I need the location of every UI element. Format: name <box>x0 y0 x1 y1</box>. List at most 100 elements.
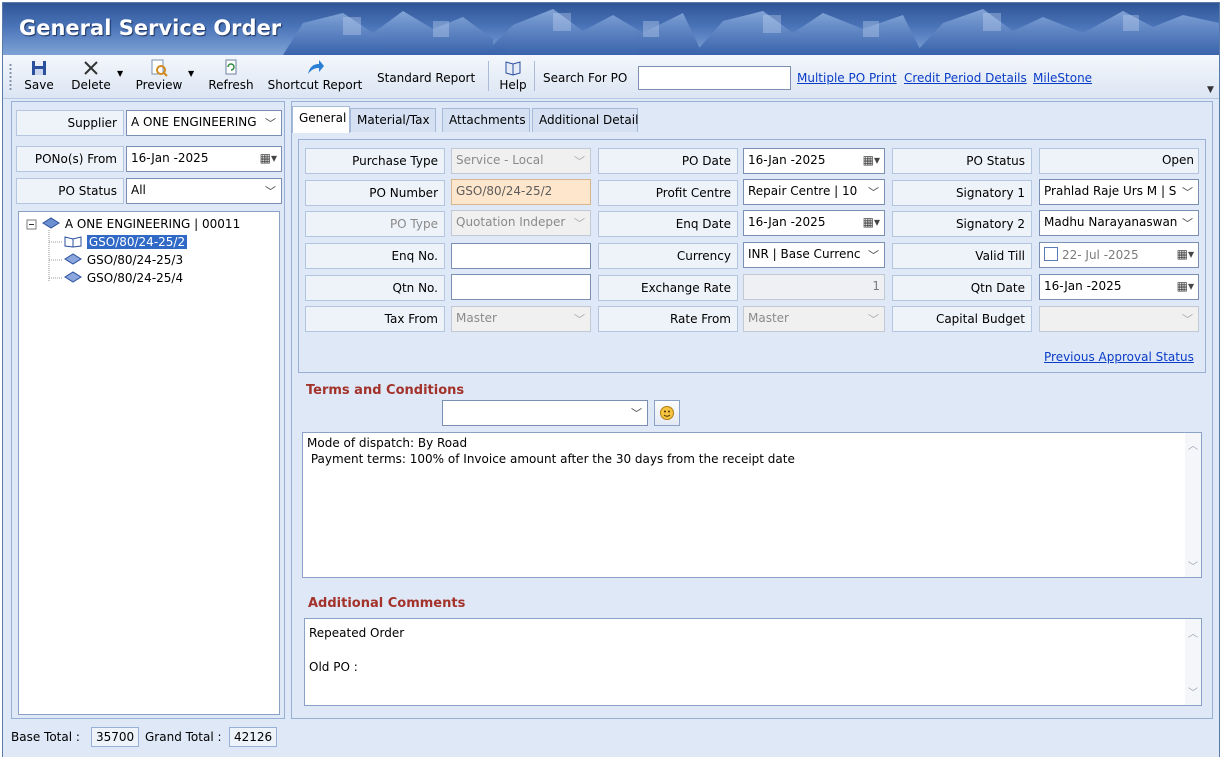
terms-textarea[interactable]: Mode of dispatch: By Road Payment terms:… <box>302 432 1202 578</box>
comments-scrollbar[interactable]: ︿ ﹀ <box>1185 619 1201 705</box>
valid-till-checkbox[interactable] <box>1044 247 1058 261</box>
refresh-icon <box>225 59 237 75</box>
capital-budget-dropdown[interactable]: ﹀ <box>1039 306 1199 332</box>
signatory2-dropdown[interactable]: Madhu Narayanaswan ﹀ <box>1039 210 1199 236</box>
help-book-icon <box>505 61 521 76</box>
signatory1-dropdown[interactable]: Prahlad Raje Urs M | S ﹀ <box>1039 179 1199 205</box>
purchase-type-value: Service - Local <box>456 153 544 167</box>
delete-x-icon <box>84 61 98 75</box>
chevron-down-icon: ﹀ <box>1182 186 1193 199</box>
tree-root-supplier[interactable]: A ONE ENGINEERING | 00011 <box>41 216 240 234</box>
terms-line: Payment terms: 100% of Invoice amount af… <box>307 452 795 466</box>
qtn-date-value: 16-Jan -2025 <box>1044 279 1122 293</box>
valid-till-date-picker[interactable]: 22- Jul -2025 ▦▾ <box>1039 242 1199 268</box>
enq-no-field[interactable] <box>451 243 591 269</box>
po-date-label: PO Date <box>598 148 738 174</box>
rate-from-dropdown[interactable]: Master ﹀ <box>743 306 885 332</box>
po-date-picker[interactable]: 16-Jan -2025 ▦▾ <box>743 148 885 174</box>
valid-till-label: Valid Till <box>892 243 1032 269</box>
closed-book-icon <box>64 271 82 283</box>
tax-from-dropdown[interactable]: Master ﹀ <box>451 306 591 332</box>
left-filter-panel: Supplier A ONE ENGINEERING ﹀ PONo(s) Fro… <box>11 101 285 719</box>
pono-from-date-picker[interactable]: 16-Jan -2025 ▦▾ <box>126 146 282 172</box>
preview-button[interactable]: Preview <box>129 58 189 96</box>
po-date-value: 16-Jan -2025 <box>748 153 826 167</box>
po-type-dropdown[interactable]: Quotation Indeper ﹀ <box>451 210 591 236</box>
tax-from-value: Master <box>456 311 497 325</box>
comments-line <box>309 642 1197 659</box>
signatory1-value: Prahlad Raje Urs M | S <box>1044 184 1177 198</box>
tab-material-tax[interactable]: Material/Tax <box>350 108 436 132</box>
supplier-dropdown[interactable]: A ONE ENGINEERING ﹀ <box>126 110 282 136</box>
delete-label: Delete <box>71 78 111 92</box>
smiley-icon <box>660 406 674 420</box>
currency-dropdown[interactable]: INR | Base Currenc ﹀ <box>743 242 885 268</box>
qtn-no-label: Qtn No. <box>305 275 445 301</box>
profit-centre-dropdown[interactable]: Repair Centre | 10 ﹀ <box>743 179 885 205</box>
refresh-button[interactable]: Refresh <box>203 58 259 96</box>
standard-report-button[interactable]: Standard Report <box>377 71 475 85</box>
chevron-down-icon: ﹀ <box>868 249 879 262</box>
save-button[interactable]: Save <box>21 58 57 96</box>
delete-dropdown-arrow-icon[interactable]: ▼ <box>117 69 123 78</box>
qtn-date-label: Qtn Date <box>892 275 1032 301</box>
supplier-value: A ONE ENGINEERING <box>131 115 257 129</box>
purchase-type-label: Purchase Type <box>305 148 445 174</box>
general-details-panel: Purchase Type Service - Local ﹀ PO Numbe… <box>298 139 1206 373</box>
terms-scrollbar[interactable]: ︿ ﹀ <box>1185 433 1201 577</box>
chevron-down-icon: ﹀ <box>868 313 879 326</box>
po-status-filter-dropdown[interactable]: All ﹀ <box>126 178 282 204</box>
enq-date-picker[interactable]: 16-Jan -2025 ▦▾ <box>743 210 885 236</box>
chevron-down-icon: ﹀ <box>631 407 642 420</box>
title-bar: General Service Order <box>3 3 1219 55</box>
comments-section-title: Additional Comments <box>308 596 466 611</box>
tree-item-po[interactable]: GSO/80/24-25/2 <box>63 234 188 252</box>
grand-total-value: 42126 <box>229 727 278 747</box>
base-total-label: Base Total : <box>11 730 80 744</box>
currency-value: INR | Base Currenc <box>748 247 861 261</box>
multiple-po-print-link[interactable]: Multiple PO Print <box>797 71 897 85</box>
purchase-type-dropdown[interactable]: Service - Local ﹀ <box>451 148 591 174</box>
toolbar-grip[interactable] <box>9 63 12 91</box>
scroll-up-icon[interactable]: ︿ <box>1188 437 1198 452</box>
chevron-down-icon: ﹀ <box>265 117 276 130</box>
comments-textarea[interactable]: Repeated Order Old PO : ︿ ﹀ <box>304 618 1202 706</box>
shortcut-report-button[interactable]: Shortcut Report <box>265 58 365 96</box>
credit-period-details-link[interactable]: Credit Period Details <box>904 71 1027 85</box>
chevron-down-icon: ﹀ <box>1182 217 1193 230</box>
search-po-input[interactable] <box>638 66 791 90</box>
tab-additional-detail[interactable]: Additional Detail <box>532 108 638 132</box>
tab-attachments[interactable]: Attachments <box>442 108 530 132</box>
rate-from-label: Rate From <box>598 306 738 332</box>
open-book-icon <box>64 236 82 248</box>
valid-till-value: 22- Jul -2025 <box>1062 248 1139 262</box>
help-button[interactable]: Help <box>497 58 529 96</box>
pono-from-value: 16-Jan -2025 <box>131 151 209 165</box>
toolbar-overflow-icon[interactable]: ▼ <box>1207 85 1214 95</box>
chevron-down-icon: ﹀ <box>574 155 585 168</box>
delete-button[interactable]: Delete <box>61 58 121 96</box>
chevron-down-icon: ﹀ <box>574 217 585 230</box>
scroll-down-icon[interactable]: ﹀ <box>1188 684 1198 699</box>
save-label: Save <box>24 78 54 92</box>
tree-item-po[interactable]: GSO/80/24-25/3 <box>63 252 183 270</box>
terms-section-title: Terms and Conditions <box>306 383 465 398</box>
tax-from-label: Tax From <box>305 306 445 332</box>
qtn-date-picker[interactable]: 16-Jan -2025 ▦▾ <box>1039 274 1199 300</box>
milestone-link[interactable]: MileStone <box>1033 71 1092 85</box>
scroll-up-icon[interactable]: ︿ <box>1188 625 1198 640</box>
profit-centre-label: Profit Centre <box>598 180 738 206</box>
scroll-down-icon[interactable]: ﹀ <box>1188 558 1198 573</box>
insert-terms-button[interactable] <box>654 400 680 426</box>
signatory1-label: Signatory 1 <box>892 180 1032 206</box>
po-status-filter-value: All <box>131 183 146 197</box>
tree-item-po[interactable]: GSO/80/24-25/4 <box>63 270 183 288</box>
preview-dropdown-arrow-icon[interactable]: ▼ <box>188 69 194 78</box>
qtn-no-field[interactable] <box>451 274 591 300</box>
previous-approval-status-link[interactable]: Previous Approval Status <box>1044 350 1194 364</box>
po-number-field[interactable]: GSO/80/24-25/2 <box>451 179 591 205</box>
exchange-rate-field[interactable]: 1 <box>743 274 885 300</box>
toolbar-separator <box>488 61 489 91</box>
tab-general[interactable]: General <box>292 106 350 133</box>
terms-template-dropdown[interactable]: ﹀ <box>442 400 648 426</box>
